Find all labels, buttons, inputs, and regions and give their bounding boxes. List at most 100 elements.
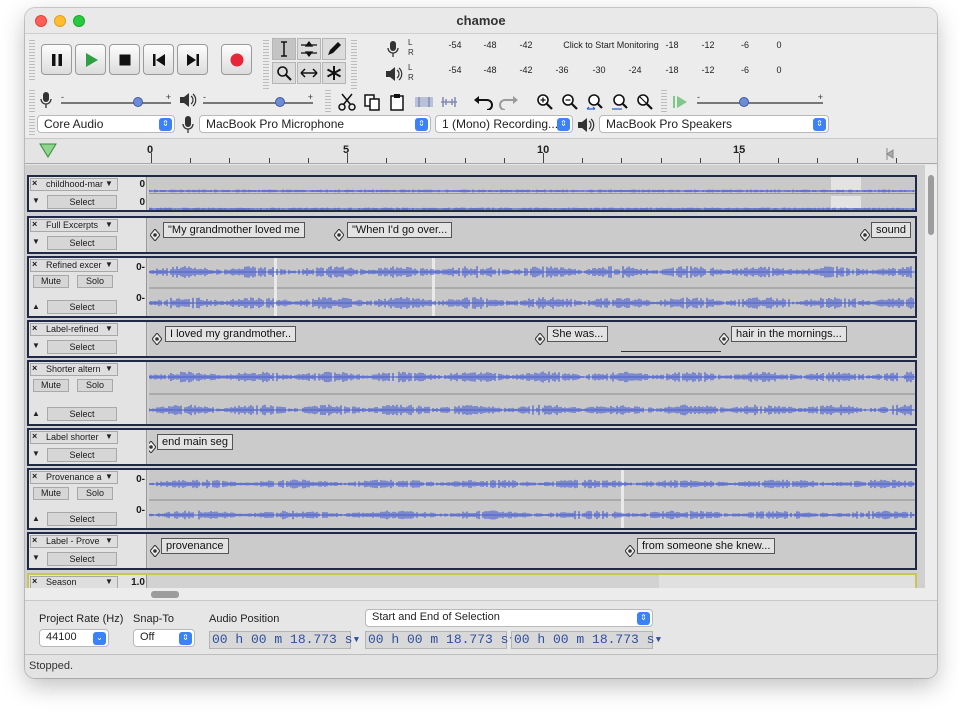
- label-handle[interactable]: [859, 228, 871, 242]
- track-select-button[interactable]: Select: [47, 195, 117, 209]
- track-collapse-button[interactable]: ▲: [32, 409, 40, 418]
- track-waveform-area[interactable]: [149, 470, 915, 528]
- input-device-select[interactable]: MacBook Pro Microphone ⇕: [199, 115, 431, 133]
- mute-button[interactable]: Mute: [33, 275, 69, 288]
- track-collapse-button[interactable]: ▲: [32, 514, 40, 523]
- label-track-area[interactable]: provenance from someone she knew...: [149, 534, 915, 568]
- track-select-button[interactable]: Select: [47, 407, 117, 421]
- label-track-area[interactable]: end main seg: [149, 430, 915, 464]
- track-close-button[interactable]: ×: [32, 431, 37, 441]
- horizontal-scrollbar[interactable]: [25, 588, 937, 600]
- track-menu-dropdown[interactable]: ▼: [105, 364, 113, 373]
- mic-volume-slider[interactable]: - +: [61, 92, 171, 107]
- track-close-button[interactable]: ×: [32, 471, 37, 481]
- track-area[interactable]: childhood-mar × ▼ ▼ Select 0 0 Full Exce…: [25, 165, 925, 588]
- mixer-grip[interactable]: [29, 90, 35, 112]
- recording-channels-select[interactable]: 1 (Mono) Recording... ⇕: [435, 115, 573, 133]
- label-text[interactable]: end main seg: [157, 434, 234, 450]
- label-track[interactable]: Full Excerpts × ▼ ▼ Select "My grandmoth…: [27, 216, 917, 254]
- track-menu-dropdown[interactable]: ▼: [105, 324, 113, 333]
- solo-button[interactable]: Solo: [77, 487, 113, 500]
- output-device-select[interactable]: MacBook Pro Speakers ⇕: [599, 115, 829, 133]
- redo-button[interactable]: [497, 90, 521, 114]
- audio-track[interactable]: childhood-mar × ▼ ▼ Select 0 0: [27, 175, 917, 212]
- selection-end-field[interactable]: 00 h 00 m 18.773 s▾: [511, 631, 662, 649]
- record-button[interactable]: [221, 44, 252, 75]
- tools-grip[interactable]: [263, 40, 269, 90]
- copy-button[interactable]: [360, 90, 384, 114]
- zoom-out-button[interactable]: [558, 90, 582, 114]
- track-close-button[interactable]: ×: [32, 363, 37, 373]
- label-track[interactable]: Label-refined × ▼ ▼ Select I loved my gr…: [27, 320, 917, 358]
- track-collapse-button[interactable]: ▼: [32, 237, 40, 246]
- track-select-button[interactable]: Select: [47, 552, 117, 566]
- track-menu-dropdown[interactable]: ▼: [105, 220, 113, 229]
- label-handle[interactable]: [151, 332, 163, 346]
- label-text[interactable]: hair in the mornings...: [731, 326, 847, 342]
- track-waveform-area[interactable]: [149, 177, 915, 210]
- track-select-button[interactable]: Select: [47, 300, 117, 314]
- label-text[interactable]: I loved my grandmother..: [165, 326, 297, 342]
- audio-track[interactable]: Provenance a × ▼ Mute Solo ▲ Select 0- 0…: [27, 468, 917, 530]
- track-collapse-button[interactable]: ▼: [32, 449, 40, 458]
- label-handle[interactable]: [534, 332, 546, 346]
- audio-track[interactable]: Refined excer × ▼ Mute Solo ▲ Select 0- …: [27, 256, 917, 318]
- selection-tool[interactable]: [272, 38, 296, 60]
- track-collapse-button[interactable]: ▼: [32, 196, 40, 205]
- track-close-button[interactable]: ×: [32, 259, 37, 269]
- snap-to-select[interactable]: Off ⇕: [133, 629, 195, 647]
- label-track-area[interactable]: "My grandmother loved me "When I'd go ov…: [149, 218, 915, 252]
- label-track-area[interactable]: I loved my grandmother.. She was... hair…: [149, 322, 915, 356]
- horizontal-scroll-thumb[interactable]: [151, 591, 179, 598]
- play-at-speed-grip[interactable]: [661, 90, 667, 112]
- track-close-button[interactable]: ×: [32, 535, 37, 545]
- selection-mode-select[interactable]: Start and End of Selection ⇕: [365, 609, 653, 627]
- track-select-button[interactable]: Select: [47, 340, 117, 354]
- label-text[interactable]: "When I'd go over...: [347, 222, 453, 238]
- track-menu-dropdown[interactable]: ▼: [105, 577, 113, 586]
- skip-to-start-button[interactable]: [143, 44, 174, 75]
- mute-button[interactable]: Mute: [33, 487, 69, 500]
- edit-grip[interactable]: [325, 90, 331, 112]
- solo-button[interactable]: Solo: [77, 275, 113, 288]
- paste-button[interactable]: [385, 90, 409, 114]
- track-close-button[interactable]: ×: [32, 323, 37, 333]
- label-handle[interactable]: [624, 544, 636, 558]
- silence-audio-button[interactable]: [437, 90, 461, 114]
- track-menu-dropdown[interactable]: ▼: [105, 179, 113, 188]
- play-at-speed-button[interactable]: [668, 90, 692, 114]
- mute-button[interactable]: Mute: [33, 379, 69, 392]
- track-waveform-area[interactable]: [149, 258, 915, 316]
- playback-meter[interactable]: L R -54 -48 -42 -36 -30 -24 -18 -12 -6 0: [385, 63, 790, 85]
- label-handle[interactable]: [149, 228, 161, 242]
- time-track[interactable]: Season × ▼ 1.0: [27, 573, 917, 588]
- zoom-toggle-button[interactable]: [633, 90, 657, 114]
- audio-track[interactable]: Shorter altern × ▼ Mute Solo ▲ Select: [27, 360, 917, 426]
- stop-button[interactable]: [109, 44, 140, 75]
- device-grip[interactable]: [29, 116, 35, 136]
- label-handle[interactable]: [718, 332, 730, 346]
- speaker-volume-slider[interactable]: - +: [203, 92, 313, 107]
- zoom-tool[interactable]: [272, 62, 296, 84]
- track-menu-dropdown[interactable]: ▼: [105, 260, 113, 269]
- label-text[interactable]: provenance: [161, 538, 229, 554]
- meter-grip[interactable]: [351, 40, 357, 90]
- time-track-area[interactable]: [149, 575, 915, 588]
- track-waveform-area[interactable]: [149, 362, 915, 424]
- label-handle[interactable]: [149, 440, 157, 454]
- timeline-ruler[interactable]: 0 5 10 15: [25, 138, 937, 164]
- track-menu-dropdown[interactable]: ▼: [105, 472, 113, 481]
- envelope-tool[interactable]: [297, 38, 321, 60]
- toolbar-grip[interactable]: [29, 40, 35, 80]
- slider-knob[interactable]: [738, 97, 749, 107]
- fit-selection-button[interactable]: [583, 90, 607, 114]
- track-close-button[interactable]: ×: [32, 219, 37, 229]
- skip-to-end-button[interactable]: [177, 44, 208, 75]
- label-text[interactable]: sound: [871, 222, 911, 238]
- label-text[interactable]: "My grandmother loved me: [163, 222, 305, 238]
- track-select-button[interactable]: Select: [47, 448, 117, 462]
- pause-button[interactable]: [41, 44, 72, 75]
- vertical-scrollbar[interactable]: [925, 165, 937, 588]
- project-rate-select[interactable]: 44100 ⌄: [39, 629, 109, 647]
- time-shift-tool[interactable]: [297, 62, 321, 84]
